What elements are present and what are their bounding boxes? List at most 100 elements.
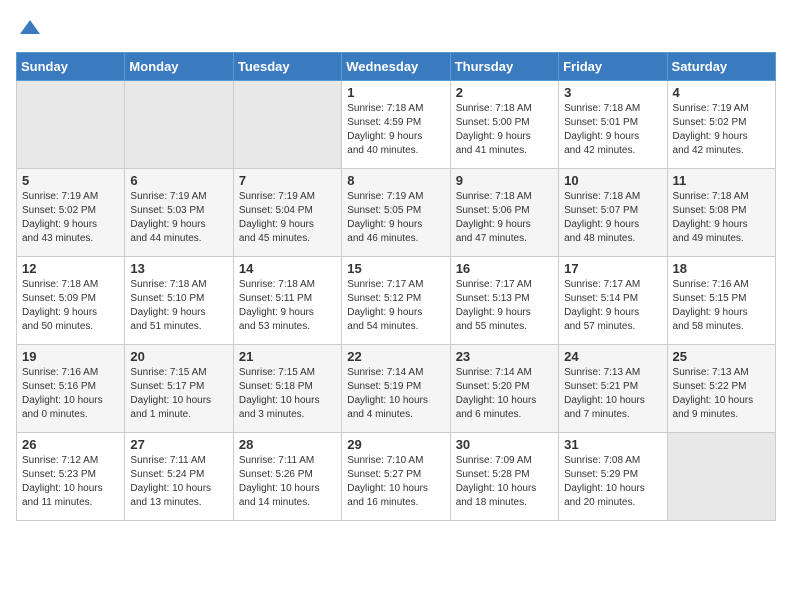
calendar-cell: 3Sunrise: 7:18 AM Sunset: 5:01 PM Daylig…: [559, 81, 667, 169]
calendar-cell: 11 Sunrise: 7:18 AM Sunset: 5:08 PM Dayli…: [667, 169, 775, 257]
calendar-cell: 26Sunrise: 7:12 AM Sunset: 5:23 PM Dayli…: [17, 433, 125, 521]
page-header: [16, 16, 776, 40]
day-number: 17: [564, 261, 661, 276]
calendar-cell: 19 Sunrise: 7:16 AM Sunset: 5:16 PM Dayli…: [17, 345, 125, 433]
day-number: 27: [130, 437, 227, 452]
calendar-week-row: 12 Sunrise: 7:18 AM Sunset: 5:09 PM Dayli…: [17, 257, 776, 345]
day-number: 2: [456, 85, 553, 100]
day-info: Sunrise: 7:18 AM Sunset: 4:59 PM Dayligh…: [347, 102, 444, 158]
calendar-cell: 5 Sunrise: 7:19 AM Sunset: 5:02 PM Daylig…: [17, 169, 125, 257]
day-number: 29: [347, 437, 444, 452]
day-number: 22: [347, 349, 444, 364]
day-info: Sunrise: 7:18 AM Sunset: 5:00 PM Dayligh…: [456, 102, 553, 158]
calendar-cell: 29 Sunrise: 7:10 AM Sunset: 5:27 PM Dayli…: [342, 433, 450, 521]
day-number: 5: [22, 173, 119, 188]
day-info: Sunrise: 7:15 AM Sunset: 5:17 PM Dayligh…: [130, 366, 227, 422]
calendar-cell: 22 Sunrise: 7:14 AM Sunset: 5:19 PM Dayli…: [342, 345, 450, 433]
day-info: Sunrise: 7:18 AM Sunset: 5:09 PM Dayligh…: [22, 278, 119, 334]
calendar-cell: 7Sunrise: 7:19 AM Sunset: 5:04 PM Daylig…: [233, 169, 341, 257]
day-number: 19: [22, 349, 119, 364]
day-info: Sunrise: 7:16 AM Sunset: 5:16 PM Dayligh…: [22, 366, 119, 422]
calendar-cell: [125, 81, 233, 169]
day-number: 14: [239, 261, 336, 276]
day-info: Sunrise: 7:12 AM Sunset: 5:23 PM Dayligh…: [22, 454, 119, 510]
calendar-cell: 25Sunrise: 7:13 AM Sunset: 5:22 PM Dayli…: [667, 345, 775, 433]
calendar-cell: 28 Sunrise: 7:11 AM Sunset: 5:26 PM Dayli…: [233, 433, 341, 521]
calendar-cell: 31 Sunrise: 7:08 AM Sunset: 5:29 PM Dayli…: [559, 433, 667, 521]
calendar-cell: [233, 81, 341, 169]
day-header-wednesday: Wednesday: [342, 53, 450, 81]
day-header-thursday: Thursday: [450, 53, 558, 81]
calendar-cell: 14 Sunrise: 7:18 AM Sunset: 5:11 PM Dayli…: [233, 257, 341, 345]
day-info: Sunrise: 7:17 AM Sunset: 5:13 PM Dayligh…: [456, 278, 553, 334]
day-info: Sunrise: 7:13 AM Sunset: 5:22 PM Dayligh…: [673, 366, 770, 422]
day-number: 13: [130, 261, 227, 276]
day-number: 6: [130, 173, 227, 188]
day-info: Sunrise: 7:18 AM Sunset: 5:11 PM Dayligh…: [239, 278, 336, 334]
day-info: Sunrise: 7:09 AM Sunset: 5:28 PM Dayligh…: [456, 454, 553, 510]
calendar-cell: 15Sunrise: 7:17 AM Sunset: 5:12 PM Dayli…: [342, 257, 450, 345]
calendar-cell: 16 Sunrise: 7:17 AM Sunset: 5:13 PM Dayli…: [450, 257, 558, 345]
day-number: 9: [456, 173, 553, 188]
calendar-table: SundayMondayTuesdayWednesdayThursdayFrid…: [16, 52, 776, 521]
calendar-cell: 12 Sunrise: 7:18 AM Sunset: 5:09 PM Dayli…: [17, 257, 125, 345]
logo: [16, 16, 42, 40]
logo-icon: [18, 16, 42, 40]
day-info: Sunrise: 7:14 AM Sunset: 5:20 PM Dayligh…: [456, 366, 553, 422]
day-info: Sunrise: 7:16 AM Sunset: 5:15 PM Dayligh…: [673, 278, 770, 334]
day-number: 11: [673, 173, 770, 188]
day-number: 21: [239, 349, 336, 364]
day-header-sunday: Sunday: [17, 53, 125, 81]
calendar-cell: 21 Sunrise: 7:15 AM Sunset: 5:18 PM Dayli…: [233, 345, 341, 433]
day-info: Sunrise: 7:19 AM Sunset: 5:05 PM Dayligh…: [347, 190, 444, 246]
day-info: Sunrise: 7:18 AM Sunset: 5:06 PM Dayligh…: [456, 190, 553, 246]
day-number: 7: [239, 173, 336, 188]
calendar-cell: 13 Sunrise: 7:18 AM Sunset: 5:10 PM Dayli…: [125, 257, 233, 345]
calendar-cell: 8 Sunrise: 7:19 AM Sunset: 5:05 PM Daylig…: [342, 169, 450, 257]
calendar-cell: 23 Sunrise: 7:14 AM Sunset: 5:20 PM Dayli…: [450, 345, 558, 433]
day-header-friday: Friday: [559, 53, 667, 81]
calendar-cell: 20 Sunrise: 7:15 AM Sunset: 5:17 PM Dayli…: [125, 345, 233, 433]
calendar-header-row: SundayMondayTuesdayWednesdayThursdayFrid…: [17, 53, 776, 81]
day-number: 28: [239, 437, 336, 452]
calendar-cell: 24Sunrise: 7:13 AM Sunset: 5:21 PM Dayli…: [559, 345, 667, 433]
day-header-monday: Monday: [125, 53, 233, 81]
calendar-cell: 17Sunrise: 7:17 AM Sunset: 5:14 PM Dayli…: [559, 257, 667, 345]
calendar-cell: 1 Sunrise: 7:18 AM Sunset: 4:59 PM Daylig…: [342, 81, 450, 169]
day-number: 4: [673, 85, 770, 100]
day-info: Sunrise: 7:13 AM Sunset: 5:21 PM Dayligh…: [564, 366, 661, 422]
day-number: 16: [456, 261, 553, 276]
day-number: 10: [564, 173, 661, 188]
calendar-cell: 6 Sunrise: 7:19 AM Sunset: 5:03 PM Daylig…: [125, 169, 233, 257]
calendar-cell: 30Sunrise: 7:09 AM Sunset: 5:28 PM Dayli…: [450, 433, 558, 521]
day-number: 23: [456, 349, 553, 364]
calendar-week-row: 26Sunrise: 7:12 AM Sunset: 5:23 PM Dayli…: [17, 433, 776, 521]
day-number: 8: [347, 173, 444, 188]
calendar-cell: 10 Sunrise: 7:18 AM Sunset: 5:07 PM Dayli…: [559, 169, 667, 257]
day-info: Sunrise: 7:19 AM Sunset: 5:02 PM Dayligh…: [673, 102, 770, 158]
day-number: 20: [130, 349, 227, 364]
calendar-week-row: 19 Sunrise: 7:16 AM Sunset: 5:16 PM Dayli…: [17, 345, 776, 433]
day-info: Sunrise: 7:19 AM Sunset: 5:03 PM Dayligh…: [130, 190, 227, 246]
day-header-saturday: Saturday: [667, 53, 775, 81]
day-info: Sunrise: 7:18 AM Sunset: 5:08 PM Dayligh…: [673, 190, 770, 246]
day-number: 1: [347, 85, 444, 100]
calendar-cell: 4 Sunrise: 7:19 AM Sunset: 5:02 PM Daylig…: [667, 81, 775, 169]
calendar-week-row: 5 Sunrise: 7:19 AM Sunset: 5:02 PM Daylig…: [17, 169, 776, 257]
day-info: Sunrise: 7:18 AM Sunset: 5:07 PM Dayligh…: [564, 190, 661, 246]
day-info: Sunrise: 7:18 AM Sunset: 5:10 PM Dayligh…: [130, 278, 227, 334]
calendar-cell: [17, 81, 125, 169]
day-info: Sunrise: 7:18 AM Sunset: 5:01 PM Dayligh…: [564, 102, 661, 158]
calendar-cell: [667, 433, 775, 521]
day-info: Sunrise: 7:10 AM Sunset: 5:27 PM Dayligh…: [347, 454, 444, 510]
day-info: Sunrise: 7:11 AM Sunset: 5:24 PM Dayligh…: [130, 454, 227, 510]
day-info: Sunrise: 7:17 AM Sunset: 5:12 PM Dayligh…: [347, 278, 444, 334]
day-info: Sunrise: 7:14 AM Sunset: 5:19 PM Dayligh…: [347, 366, 444, 422]
day-info: Sunrise: 7:11 AM Sunset: 5:26 PM Dayligh…: [239, 454, 336, 510]
day-info: Sunrise: 7:08 AM Sunset: 5:29 PM Dayligh…: [564, 454, 661, 510]
day-info: Sunrise: 7:15 AM Sunset: 5:18 PM Dayligh…: [239, 366, 336, 422]
day-info: Sunrise: 7:19 AM Sunset: 5:02 PM Dayligh…: [22, 190, 119, 246]
day-number: 31: [564, 437, 661, 452]
calendar-week-row: 1 Sunrise: 7:18 AM Sunset: 4:59 PM Daylig…: [17, 81, 776, 169]
day-number: 12: [22, 261, 119, 276]
